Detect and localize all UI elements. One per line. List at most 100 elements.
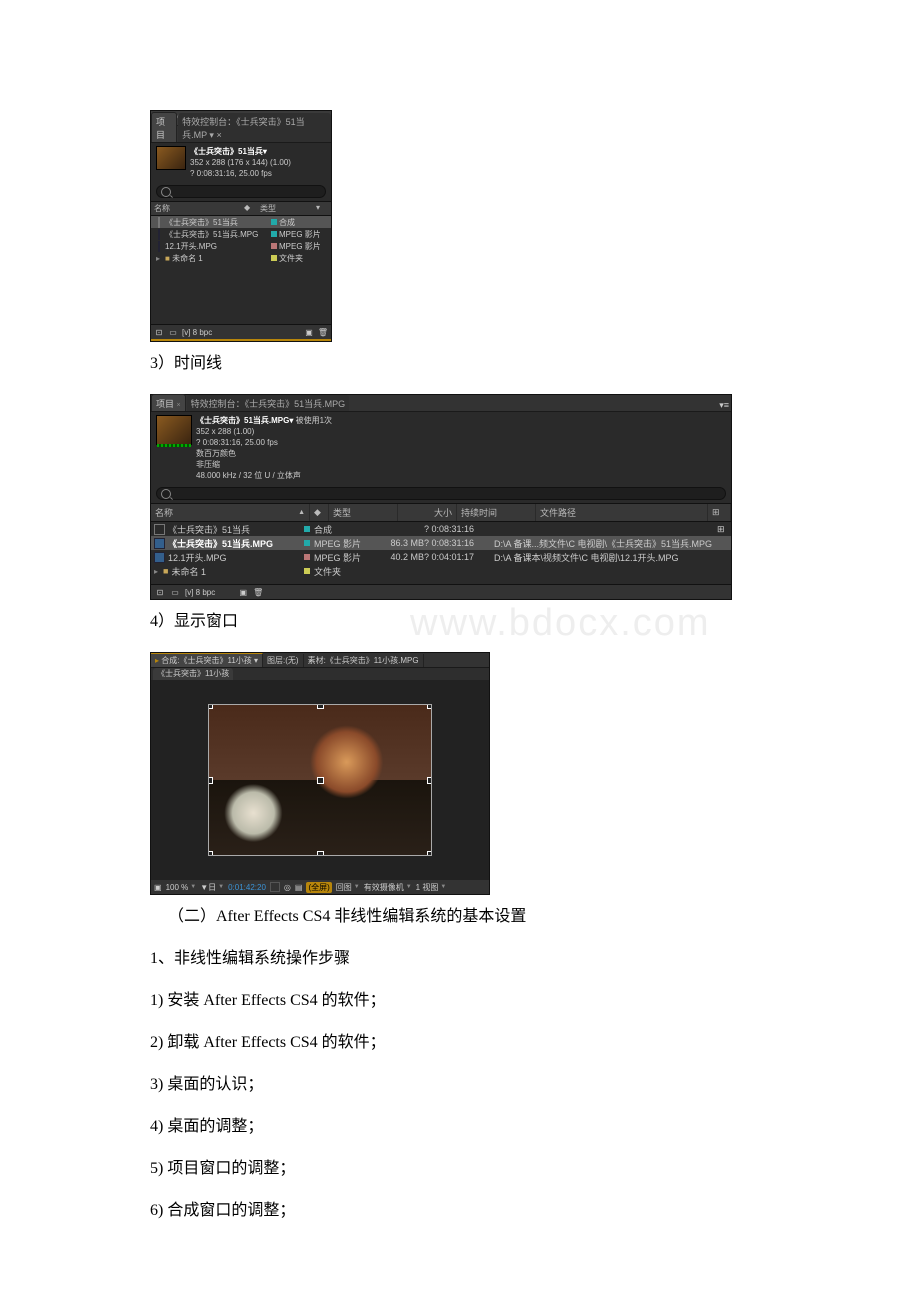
asset-row[interactable]: 12.1开头.MPG MPEG 影片 40.2 MB ? 0:04:01:17 …: [151, 550, 731, 564]
project-tab[interactable]: 项目 ×: [151, 394, 186, 411]
new-folder-icon[interactable]: ▭: [170, 587, 180, 597]
asset-audio: 48.000 kHz / 32 位 U / 立体声: [196, 470, 332, 481]
asset-row[interactable]: ■未命名 1 文件夹: [151, 564, 731, 578]
new-comp-icon[interactable]: ▣: [238, 587, 248, 597]
safe-zones-icon[interactable]: ▣: [154, 883, 162, 892]
project-search-input[interactable]: [156, 185, 326, 198]
asset-path: D:\A 备课本\视频文件\C 电视剧\12.1开头.MPG: [494, 551, 717, 564]
bpc-label[interactable]: [v] 8 bpc: [182, 328, 212, 337]
panel-menu-icon[interactable]: ▾≡: [719, 400, 729, 411]
col-size[interactable]: 大小: [398, 504, 457, 521]
asset-name: 《士兵突击》51当兵: [168, 523, 250, 536]
transform-handle[interactable]: [317, 851, 324, 856]
transform-handle[interactable]: [427, 851, 432, 856]
active-camera-dropdown[interactable]: 有效摄像机: [364, 882, 412, 893]
transform-handle[interactable]: [317, 704, 324, 709]
grid-toggle[interactable]: [270, 882, 280, 892]
asset-column-headers: 名称▲ ◆ 类型 大小 持续时间 文件路径 ⊞: [151, 503, 731, 522]
project-search-input[interactable]: [156, 487, 726, 500]
comp-subtab[interactable]: 《士兵突击》11小孩: [153, 668, 233, 680]
layer-tab[interactable]: 图层:(无): [263, 654, 304, 667]
col-duration[interactable]: 持续时间: [457, 504, 536, 521]
col-type[interactable]: 类型: [257, 202, 313, 215]
effect-controls-tab[interactable]: 特效控制台：《士兵突击》51当兵.MPG: [187, 395, 350, 411]
expand-arrow-icon[interactable]: [154, 566, 160, 576]
col-name[interactable]: 名称▲: [151, 504, 310, 521]
asset-path: D:\A 备课...频文件\C 电视剧\《士兵突击》51当兵.MPG: [494, 537, 717, 550]
file-icon: [154, 552, 165, 563]
asset-row[interactable]: 《士兵突击》51当兵.MPG MPEG 影片 86.3 MB ? 0:08:31…: [151, 536, 731, 550]
footage-tab[interactable]: 素材:《士兵突击》11小孩.MPG: [304, 654, 424, 667]
interpret-footage-icon[interactable]: ⊡: [154, 327, 164, 337]
col-label-icon[interactable]: ◆: [241, 202, 257, 215]
col-type[interactable]: 类型: [329, 504, 398, 521]
asset-colors: 数百万颜色: [196, 448, 332, 459]
asset-row[interactable]: 《士兵突击》51当兵 合成: [151, 216, 331, 228]
caption-display-window: 4）显示窗口: [150, 610, 770, 634]
current-timecode[interactable]: 0:01:42:20: [228, 883, 266, 892]
file-icon: [158, 229, 160, 240]
asset-name: 12.1开头.MPG: [165, 241, 269, 252]
col-extra-icon[interactable]: ▾: [313, 202, 331, 215]
auto-resolution-pill[interactable]: (全屏): [306, 882, 331, 893]
asset-used-count: 被使用1次: [293, 416, 332, 425]
footage-frame[interactable]: [208, 704, 432, 856]
caption-timeline: 3）时间线: [150, 352, 770, 376]
mask-icon[interactable]: 回图: [336, 882, 360, 893]
asset-name: 未命名 1: [171, 565, 206, 578]
expand-arrow-icon[interactable]: [153, 254, 165, 263]
step-3: 3) 桌面的认识；: [150, 1073, 770, 1097]
bpc-label[interactable]: [v] 8 bpc: [185, 588, 215, 597]
comp-tab[interactable]: ▸ 合成:《士兵突击》11小孩 ▾: [151, 653, 263, 667]
transform-handle[interactable]: [208, 777, 213, 784]
transform-handle[interactable]: [208, 851, 213, 856]
label-swatch: [304, 554, 310, 560]
asset-row[interactable]: ■ 未命名 1 文件夹: [151, 252, 331, 264]
snapshot-icon[interactable]: ◎: [284, 883, 291, 892]
col-path[interactable]: 文件路径: [536, 504, 708, 521]
resolution-dropdown[interactable]: ▼日: [200, 882, 224, 893]
project-asset-list: 《士兵突击》51当兵 合成 ? 0:08:31:16 ⊞ 《士兵突击》51当兵.…: [151, 522, 731, 578]
col-flowchart-icon[interactable]: ⊞: [708, 504, 731, 521]
asset-row[interactable]: 12.1开头.MPG MPEG 影片: [151, 240, 331, 252]
view-layout-dropdown[interactable]: 1 视图: [416, 882, 447, 893]
file-icon: [158, 241, 160, 252]
composition-viewer-panel: ▸ 合成:《士兵突击》11小孩 ▾ 图层:(无) 素材:《士兵突击》11小孩.M…: [150, 652, 490, 895]
composition-viewport[interactable]: [151, 680, 489, 880]
transform-handle[interactable]: [208, 704, 213, 709]
anchor-point-icon[interactable]: [317, 777, 324, 784]
project-tab[interactable]: 项目: [151, 112, 177, 142]
trash-icon[interactable]: 🗑: [253, 587, 263, 597]
trash-icon[interactable]: 🗑: [318, 327, 328, 337]
label-swatch: [271, 231, 277, 237]
col-label-icon[interactable]: ◆: [310, 504, 329, 521]
composition-icon: [154, 524, 165, 535]
new-folder-icon[interactable]: ▭: [168, 327, 178, 337]
step-1: 1) 安装 After Effects CS4 的软件；: [150, 989, 770, 1013]
transform-handle[interactable]: [427, 704, 432, 709]
asset-dimensions: 352 x 288 (176 x 144) (1.00): [190, 157, 291, 168]
panel-tabs: 项目 × 特效控制台：《士兵突击》51当兵.MPG ▾≡: [151, 395, 731, 412]
label-swatch: [271, 255, 277, 261]
col-name[interactable]: 名称: [151, 202, 241, 215]
flowchart-btn-icon[interactable]: ⊞: [717, 524, 731, 535]
asset-name: 《士兵突击》51当兵: [165, 217, 269, 228]
asset-row[interactable]: 《士兵突击》51当兵 合成 ? 0:08:31:16 ⊞: [151, 522, 731, 536]
sort-asc-icon: ▲: [298, 509, 305, 516]
asset-title: 《士兵突击》51当兵.MPG▾: [196, 416, 293, 425]
effect-controls-tab[interactable]: 特效控制台：《士兵突击》51当兵.MP ▾ ×: [178, 113, 331, 142]
panel-resize-handle[interactable]: [151, 339, 331, 341]
panel-tabs: 项目 特效控制台：《士兵突击》51当兵.MP ▾ ×: [151, 126, 331, 143]
subsection-heading: 1、非线性编辑系统操作步骤: [150, 947, 770, 971]
interpret-footage-icon[interactable]: ⊡: [155, 587, 165, 597]
asset-type: 文件夹: [314, 565, 374, 578]
label-swatch: [304, 568, 310, 574]
channel-icon[interactable]: ▤: [295, 883, 303, 892]
asset-size: 40.2 MB: [374, 552, 424, 562]
zoom-dropdown[interactable]: 100 %: [166, 883, 197, 892]
asset-row[interactable]: 《士兵突击》51当兵.MPG MPEG 影片: [151, 228, 331, 240]
label-swatch: [304, 526, 310, 532]
asset-thumbnail: [156, 415, 192, 445]
transform-handle[interactable]: [427, 777, 432, 784]
new-comp-icon[interactable]: ▣: [304, 327, 314, 337]
